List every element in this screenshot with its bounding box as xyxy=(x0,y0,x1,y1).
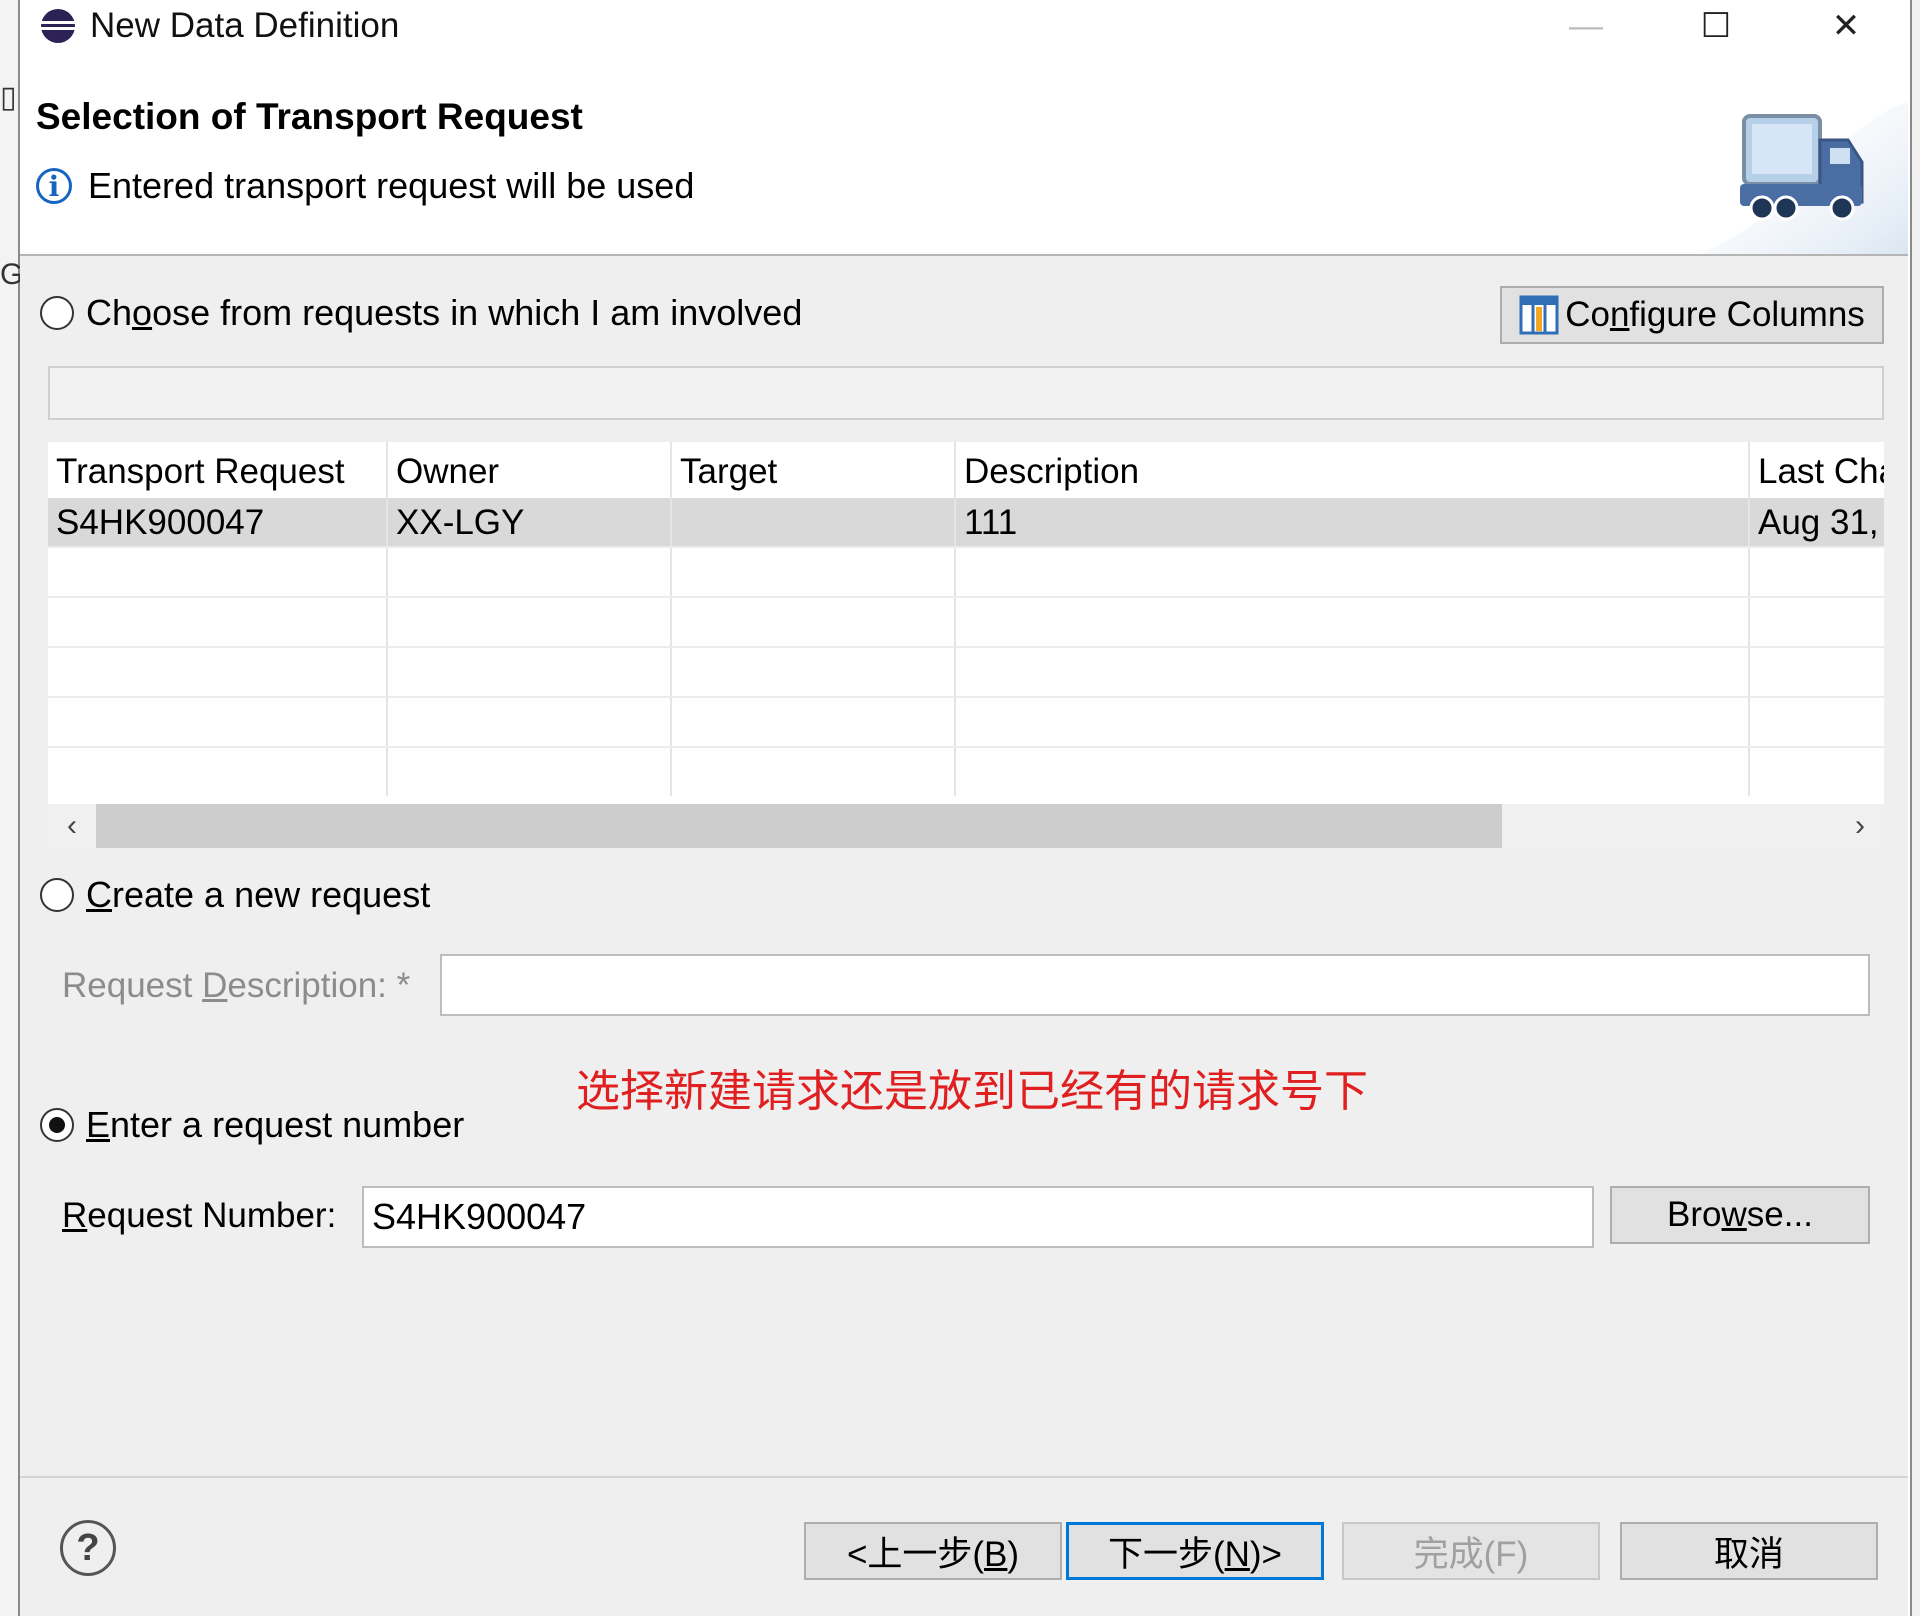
radio-indicator[interactable] xyxy=(40,1108,74,1142)
request-filter-field[interactable] xyxy=(48,366,1884,420)
new-data-definition-dialog: New Data Definition — ☐ ✕ Selection of T… xyxy=(20,0,1908,1616)
next-button[interactable]: 下一步(N)> xyxy=(1066,1522,1324,1580)
table-row-empty xyxy=(48,648,1884,698)
empty-cell xyxy=(388,648,672,696)
empty-cell xyxy=(956,698,1750,746)
configure-columns-label: Configure Columns xyxy=(1565,295,1865,334)
request-number-label: Request Number: xyxy=(62,1196,337,1235)
request-description-label: Request Description: * xyxy=(62,966,411,1005)
maximize-icon: ☐ xyxy=(1700,7,1732,45)
cell-transport-request: S4HK900047 xyxy=(48,498,388,546)
empty-cell xyxy=(388,698,672,746)
radio-indicator[interactable] xyxy=(40,878,74,912)
cell-last-changed: Aug 31, xyxy=(1758,503,1879,542)
enter-request-number-radio[interactable]: Enter a request number xyxy=(40,1104,464,1146)
table-header: Transport Request Owner Target Descripti… xyxy=(48,442,1884,498)
empty-cell xyxy=(956,648,1750,696)
title-bar: New Data Definition — ☐ ✕ xyxy=(20,0,1908,52)
empty-cell xyxy=(48,598,388,646)
back-button[interactable]: <上一步(B) xyxy=(804,1522,1062,1580)
info-icon: i xyxy=(36,168,72,204)
back-label: <上一步(B) xyxy=(846,1534,1020,1574)
cancel-button[interactable]: 取消 xyxy=(1620,1522,1878,1580)
annotation-text: 选择新建请求还是放到已经有的请求号下 xyxy=(576,1067,1368,1116)
cell-description: 111 xyxy=(956,498,1750,546)
empty-cell xyxy=(956,748,1750,796)
request-number-field[interactable]: S4HK900047 xyxy=(362,1186,1594,1248)
background-window-edge: ▯ G xyxy=(0,0,23,1616)
banner-message: i Entered transport request will be used xyxy=(36,165,694,207)
background-fragment-icon: ▯ xyxy=(0,81,17,114)
column-header-target[interactable]: Target xyxy=(672,442,956,498)
empty-cell xyxy=(48,648,388,696)
column-header-owner[interactable]: Owner xyxy=(388,442,672,498)
enter-request-number-label: Enter a request number xyxy=(86,1104,465,1145)
empty-cell xyxy=(48,748,388,796)
column-header-description[interactable]: Description xyxy=(956,442,1750,498)
footer-separator xyxy=(20,1476,1908,1478)
eclipse-icon xyxy=(41,9,75,43)
scrollbar-thumb[interactable] xyxy=(96,804,1502,848)
browse-button[interactable]: Browse... xyxy=(1610,1186,1870,1244)
banner-message-text: Entered transport request will be used xyxy=(88,165,695,206)
table-row[interactable]: S4HK900047 XX-LGY 111 Aug 31, xyxy=(48,498,1884,548)
cell-owner: XX-LGY xyxy=(388,498,672,546)
cell-target xyxy=(672,498,956,546)
table-row-empty xyxy=(48,748,1884,796)
minimize-icon: — xyxy=(1569,6,1603,45)
configure-columns-button[interactable]: Configure Columns xyxy=(1500,286,1884,344)
table-row-empty xyxy=(48,698,1884,748)
empty-cell xyxy=(48,698,388,746)
empty-cell xyxy=(388,548,672,596)
wizard-banner: Selection of Transport Request i Entered… xyxy=(20,52,1908,256)
page-title: Selection of Transport Request xyxy=(36,96,583,137)
column-header-transport-request[interactable]: Transport Request xyxy=(48,442,388,498)
empty-cell xyxy=(388,598,672,646)
help-icon[interactable]: ? xyxy=(60,1520,116,1576)
table-horizontal-scrollbar[interactable]: ‹ › xyxy=(48,804,1884,848)
table-row-empty xyxy=(48,548,1884,598)
column-header-last-changed[interactable]: Last Cha xyxy=(1750,442,1884,498)
columns-icon xyxy=(1519,295,1559,335)
table-row-empty xyxy=(48,598,1884,648)
create-new-request-radio[interactable]: Create a new request xyxy=(40,874,430,916)
request-description-field[interactable] xyxy=(440,954,1870,1016)
empty-cell xyxy=(956,548,1750,596)
empty-cell xyxy=(672,698,956,746)
empty-cell xyxy=(672,598,956,646)
empty-cell xyxy=(672,548,956,596)
transport-truck-icon xyxy=(1700,102,1908,254)
background-window-edge-right xyxy=(1910,0,1920,1616)
empty-cell xyxy=(672,748,956,796)
transport-requests-table: Transport Request Owner Target Descripti… xyxy=(48,442,1884,804)
scroll-right-icon[interactable]: › xyxy=(1836,804,1884,848)
finish-button[interactable]: 完成(F) xyxy=(1342,1522,1600,1580)
empty-cell xyxy=(956,598,1750,646)
browse-label: Browse... xyxy=(1667,1195,1813,1234)
close-button[interactable]: ✕ xyxy=(1806,0,1886,52)
close-icon: ✕ xyxy=(1831,7,1861,45)
empty-cell xyxy=(388,748,672,796)
create-new-request-label: Create a new request xyxy=(86,874,431,915)
choose-from-requests-radio[interactable]: Choose from requests in which I am invol… xyxy=(40,292,802,334)
window-title: New Data Definition xyxy=(90,6,400,45)
minimize-button[interactable]: — xyxy=(1546,0,1626,52)
maximize-button[interactable]: ☐ xyxy=(1676,0,1756,52)
empty-cell xyxy=(48,548,388,596)
empty-cell xyxy=(672,648,956,696)
radio-indicator[interactable] xyxy=(40,296,74,330)
scroll-left-icon[interactable]: ‹ xyxy=(48,804,96,848)
choose-from-requests-label: Choose from requests in which I am invol… xyxy=(86,292,803,333)
next-label: 下一步(N)> xyxy=(1107,1534,1283,1574)
